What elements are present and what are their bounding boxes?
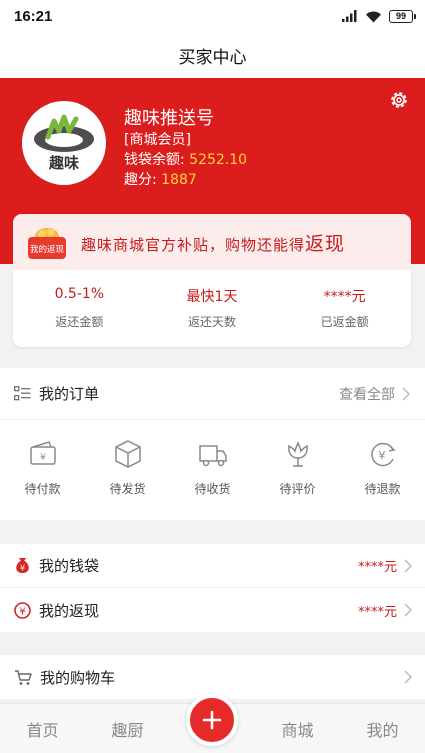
cashback-card[interactable]: 我的返现 趣味商城官方补贴，购物还能得返现 0.5-1% 返还金额 最快1天 返… — [13, 214, 411, 347]
avatar-logo-text: 趣味 — [48, 154, 79, 172]
cashback-badge-icon: 我的返现 — [28, 228, 66, 259]
cashback-slogan-highlight: 返现 — [305, 232, 346, 255]
stat-value: 0.5-1% — [54, 286, 105, 302]
order-pending-receipt[interactable]: 待收货 — [170, 420, 255, 520]
stat-return-days: 最快1天 返还天数 — [146, 270, 279, 347]
view-all-orders-link[interactable]: 查看全部 — [339, 384, 395, 404]
avatar[interactable]: 趣味 — [22, 101, 106, 185]
tab-home[interactable]: 首页 — [0, 717, 85, 741]
money-bag-icon: ¥ — [16, 558, 29, 573]
settings-gear-icon[interactable] — [388, 89, 410, 111]
wallet-balance: 钱袋余额: 5252.10 — [124, 149, 247, 169]
stat-label: 返还金额 — [55, 315, 104, 329]
member-tag: [商城会员] — [124, 132, 191, 148]
refund-icon: ¥ — [370, 442, 396, 467]
chevron-right-icon — [402, 386, 411, 401]
svg-text:¥: ¥ — [19, 606, 25, 617]
my-cashback-row[interactable]: ¥ 我的返现 ****元 — [0, 588, 425, 632]
order-pending-payment[interactable]: ¥ 待付款 — [0, 420, 85, 520]
plus-icon — [202, 710, 222, 730]
my-cart-row[interactable]: 我的购物车 — [0, 655, 425, 699]
page-title: 买家中心 — [178, 47, 247, 68]
order-item-label: 待发货 — [109, 482, 146, 496]
yuan-circle-icon: ¥ — [14, 601, 31, 619]
order-item-label: 待收货 — [194, 482, 231, 496]
cart-list: 我的购物车 — [0, 655, 425, 699]
wallet-icon: ¥ — [29, 441, 56, 465]
points-value: 1887 — [161, 172, 197, 188]
buyer-center-screen: 16:21 99 买家中心 趣味 趣味推送号 [商城会员] 钱袋余额: 5252… — [0, 0, 425, 753]
stat-return-rate: 0.5-1% 返还金额 — [13, 270, 146, 347]
cashback-slogan: 趣味商城官方补贴，购物还能得返现 — [81, 229, 345, 256]
chevron-right-icon — [404, 558, 413, 573]
row-label: 我的购物车 — [40, 668, 116, 687]
stat-label: 已返金额 — [320, 315, 369, 329]
tab-mine[interactable]: 我的 — [340, 717, 425, 741]
cashback-slogan-text: 趣味商城官方补贴，购物还能得 — [81, 235, 306, 254]
my-wallet-row[interactable]: ¥ 我的钱袋 ****元 — [0, 544, 425, 588]
svg-text:¥: ¥ — [20, 564, 25, 573]
nav-bar: 买家中心 — [0, 32, 425, 78]
stat-returned-amount: ****元 已返金额 — [278, 270, 411, 347]
order-item-label: 待退款 — [364, 482, 401, 496]
wifi-icon — [366, 11, 381, 22]
orders-header[interactable]: 我的订单 查看全部 — [0, 368, 425, 420]
cashback-stats: 0.5-1% 返还金额 最快1天 返还天数 ****元 已返金额 — [13, 270, 411, 347]
order-pending-shipment[interactable]: 待发货 — [85, 420, 170, 520]
wallet-balance-value: 5252.10 — [189, 152, 248, 168]
orders-section: 我的订单 查看全部 ¥ 待付款 待发货 待收货 待评价 ¥ 待退款 — [0, 368, 425, 520]
points-label: 趣分: — [124, 172, 162, 188]
cashback-banner: 我的返现 趣味商城官方补贴，购物还能得返现 — [13, 214, 411, 270]
battery-icon: 99 — [389, 9, 416, 23]
cashback-badge-text: 我的返现 — [30, 244, 65, 255]
chevron-right-icon — [404, 603, 413, 617]
order-item-label: 待评价 — [279, 482, 316, 496]
status-icons: 99 — [342, 9, 416, 23]
chevron-right-icon — [404, 670, 413, 684]
row-label: 我的返现 — [39, 601, 100, 620]
add-button[interactable] — [186, 694, 238, 746]
order-pending-refund[interactable]: ¥ 待退款 — [340, 420, 425, 520]
stat-value: ****元 — [323, 289, 366, 305]
order-status-row: ¥ 待付款 待发货 待收货 待评价 ¥ 待退款 — [0, 420, 425, 520]
wallet-balance-label: 钱袋余额: — [124, 152, 190, 168]
tab-mall[interactable]: 商城 — [255, 717, 340, 741]
flower-icon — [287, 441, 308, 467]
signal-icon — [342, 10, 357, 22]
finance-list: ¥ 我的钱袋 ****元 ¥ 我的返现 ****元 — [0, 544, 425, 632]
orders-title: 我的订单 — [39, 385, 100, 403]
svg-text:¥: ¥ — [40, 453, 46, 463]
order-item-label: 待付款 — [24, 482, 61, 496]
row-value: ****元 — [357, 604, 397, 620]
svg-text:¥: ¥ — [378, 449, 385, 462]
status-bar: 16:21 99 — [0, 0, 425, 32]
tab-kitchen[interactable]: 趣厨 — [85, 717, 170, 741]
row-value: ****元 — [357, 560, 397, 575]
brand-logo-icon: 趣味 — [34, 114, 94, 172]
order-pending-review[interactable]: 待评价 — [255, 420, 340, 520]
status-time: 16:21 — [14, 7, 53, 25]
cart-icon — [15, 669, 32, 685]
shop-name: 趣味推送号 — [124, 108, 214, 129]
truck-icon — [198, 445, 227, 467]
stat-label: 返还天数 — [188, 315, 237, 329]
row-label: 我的钱袋 — [39, 557, 100, 575]
box-icon — [114, 440, 141, 468]
stat-value: 最快1天 — [186, 289, 238, 305]
order-list-icon — [14, 386, 31, 401]
points: 趣分: 1887 — [124, 169, 197, 189]
